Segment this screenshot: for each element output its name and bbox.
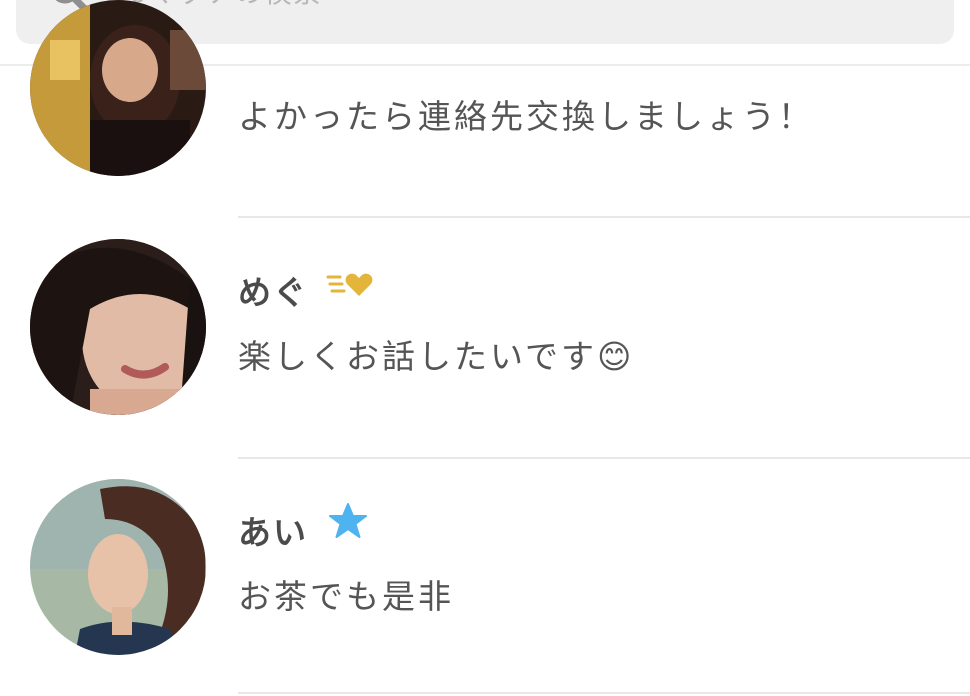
super-like-heart-icon [326,273,373,296]
divider [238,457,970,459]
match-name: あい [238,513,308,552]
message-preview: 楽しくお話したいです😊 [238,337,635,376]
message-preview: よかったら連絡先交換しましょう！ [238,97,814,136]
avatar [30,239,206,415]
divider [238,692,970,694]
star-icon [329,503,367,538]
avatar [30,0,206,176]
match-name: めぐ [238,273,308,312]
divider [238,216,970,218]
message-preview: お茶でも是非 [238,577,454,616]
avatar [30,479,206,655]
